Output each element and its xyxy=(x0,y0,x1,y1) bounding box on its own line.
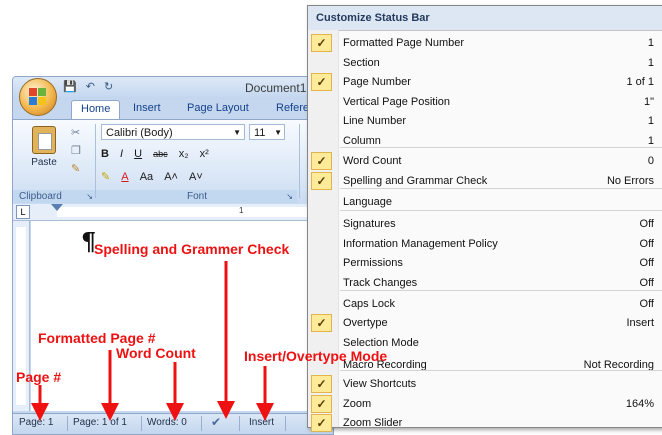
annotation-arrows xyxy=(31,261,274,421)
office-logo-icon xyxy=(29,88,47,106)
office-button[interactable] xyxy=(19,78,57,116)
